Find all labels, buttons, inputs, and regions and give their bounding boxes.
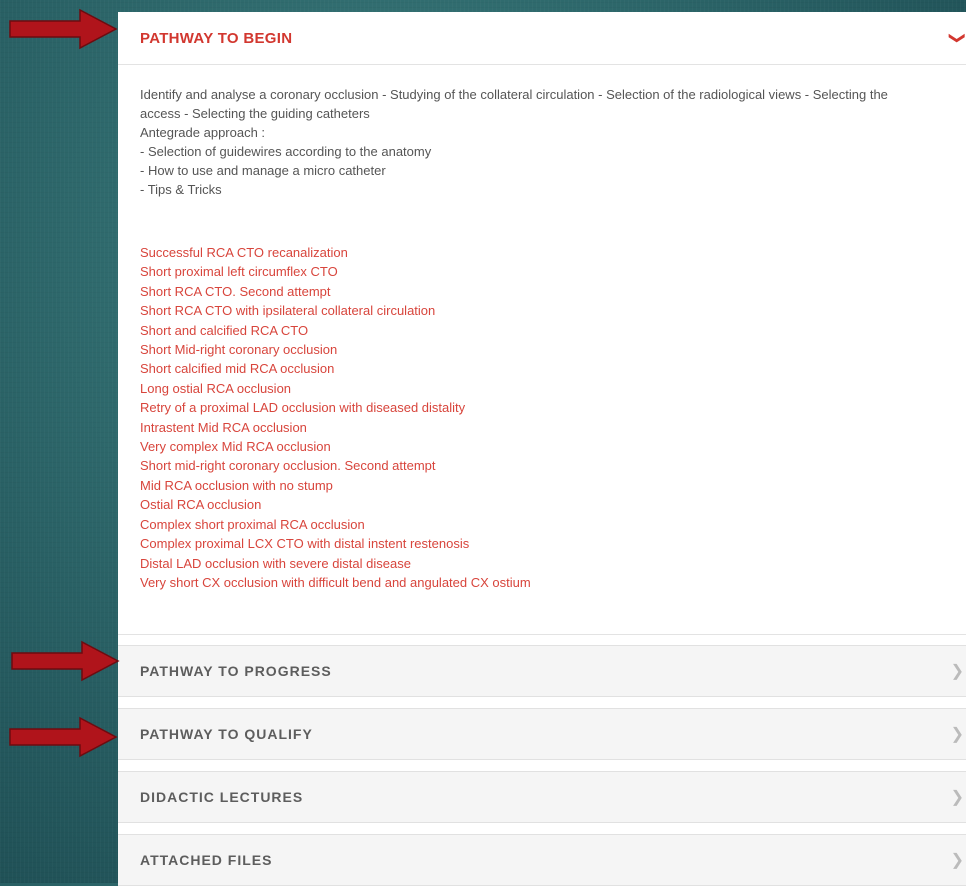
section-header-pathway-to-begin[interactable]: PATHWAY TO BEGIN ❯ — [118, 12, 966, 65]
accordion-panel: PATHWAY TO BEGIN ❯ Identify and analyse … — [118, 12, 966, 886]
section-title: PATHWAY TO BEGIN — [140, 29, 293, 47]
description-line: - How to use and manage a micro catheter — [140, 163, 386, 178]
case-link[interactable]: Short RCA CTO with ipsilateral collatera… — [140, 301, 956, 320]
section-title: PATHWAY TO PROGRESS — [140, 663, 332, 679]
case-link[interactable]: Complex proximal LCX CTO with distal ins… — [140, 534, 956, 553]
case-link[interactable]: Short and calcified RCA CTO — [140, 321, 956, 340]
description-line: - Selection of guidewires according to t… — [140, 144, 432, 159]
case-link[interactable]: Short calcified mid RCA occlusion — [140, 359, 956, 378]
red-arrow-icon — [11, 640, 120, 682]
case-link[interactable]: Short mid-right coronary occlusion. Seco… — [140, 456, 956, 475]
chevron-down-icon[interactable]: ❯ — [947, 31, 966, 44]
case-link[interactable]: Ostial RCA occlusion — [140, 495, 956, 514]
case-link[interactable]: Very short CX occlusion with difficult b… — [140, 573, 956, 592]
section-header-pathway-to-qualify[interactable]: PATHWAY TO QUALIFY ❯ — [118, 708, 966, 760]
case-link[interactable]: Mid RCA occlusion with no stump — [140, 476, 956, 495]
case-link[interactable]: Short Mid-right coronary occlusion — [140, 340, 956, 359]
case-link[interactable]: Distal LAD occlusion with severe distal … — [140, 554, 956, 573]
section-header-pathway-to-progress[interactable]: PATHWAY TO PROGRESS ❯ — [118, 645, 966, 697]
chevron-right-icon[interactable]: ❯ — [951, 724, 964, 744]
case-link[interactable]: Retry of a proximal LAD occlusion with d… — [140, 398, 956, 417]
red-arrow-icon — [9, 8, 118, 50]
chevron-right-icon[interactable]: ❯ — [951, 661, 964, 681]
description-line: Antegrade approach : — [140, 125, 266, 140]
case-link[interactable]: Successful RCA CTO recanalization — [140, 243, 956, 262]
case-link[interactable]: Long ostial RCA occlusion — [140, 379, 956, 398]
section-header-attached-files[interactable]: ATTACHED FILES ❯ — [118, 834, 966, 886]
section-header-didactic-lectures[interactable]: DIDACTIC LECTURES ❯ — [118, 771, 966, 823]
case-link[interactable]: Intrastent Mid RCA occlusion — [140, 418, 956, 437]
section-title: ATTACHED FILES — [140, 852, 273, 868]
section-title: DIDACTIC LECTURES — [140, 789, 304, 805]
case-link[interactable]: Short RCA CTO. Second attempt — [140, 282, 956, 301]
description-line: access - Selecting the guiding catheters — [140, 106, 370, 121]
case-link[interactable]: Very complex Mid RCA occlusion — [140, 437, 956, 456]
description-line: Identify and analyse a coronary occlusio… — [140, 87, 888, 102]
section-body-pathway-to-begin: Identify and analyse a coronary occlusio… — [118, 65, 966, 635]
section-description: Identify and analyse a coronary occlusio… — [140, 85, 956, 199]
chevron-right-icon[interactable]: ❯ — [951, 787, 964, 807]
case-link[interactable]: Short proximal left circumflex CTO — [140, 262, 956, 281]
chevron-right-icon[interactable]: ❯ — [951, 850, 964, 870]
case-link-list: Successful RCA CTO recanalization Short … — [140, 243, 956, 592]
case-link[interactable]: Complex short proximal RCA occlusion — [140, 515, 956, 534]
description-line: - Tips & Tricks — [140, 182, 222, 197]
section-title: PATHWAY TO QUALIFY — [140, 726, 313, 742]
red-arrow-icon — [9, 716, 118, 758]
